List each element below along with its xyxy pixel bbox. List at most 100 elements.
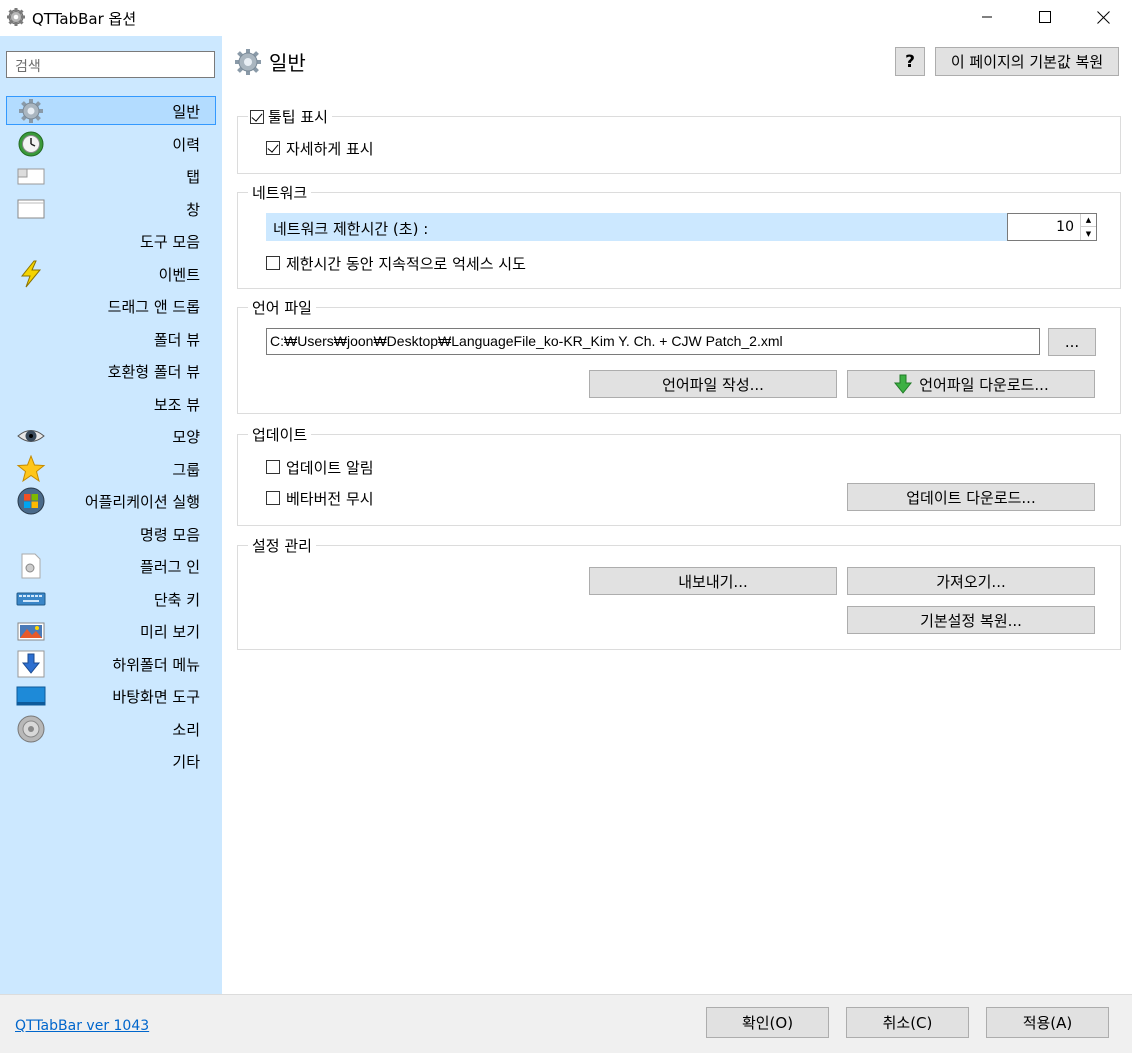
group-title: 언어 파일 [248,297,316,318]
update-group: 업데이트 업데이트 알림 베타버전 무시 업데이트 다운로드... [237,424,1121,526]
sidebar-nav: 일반 이력 탭 창 도구 모음 이벤트 드래그 앤 드롭 폴더 뷰 호환형 폴더… [0,94,222,777]
windows-orb-icon [17,487,45,515]
group-title: 툴팁 표시 [248,106,332,127]
minimize-icon [982,16,992,18]
sidebar-item-preview[interactable]: 미리 보기 [0,614,222,647]
sidebar-item-sub-view[interactable]: 보조 뷰 [0,387,222,420]
sidebar-item-subfolder-menu[interactable]: 하위폴더 메뉴 [0,647,222,680]
gear-icon [7,8,25,26]
sidebar-item-label: 도구 모음 [140,233,200,251]
spin-down-icon[interactable]: ▼ [1081,227,1096,240]
network-group: 네트워크 네트워크 제한시간 (초) : 10 ▲ ▼ 제한시간 동안 지속적으… [237,182,1121,289]
download-update-button[interactable]: 업데이트 다운로드... [847,483,1095,511]
gear-icon [235,49,261,75]
sidebar-item-label: 폴더 뷰 [153,330,200,349]
create-language-file-button[interactable]: 언어파일 작성... [589,370,837,398]
sidebar-item-misc[interactable]: 기타 [0,744,222,777]
sidebar-item-label: 플러그 인 [140,558,200,576]
apply-button[interactable]: 적용(A) [986,1007,1109,1038]
footer: QTTabBar ver 1043 확인(O) 취소(C) 적용(A) [0,994,1132,1053]
download-language-file-button[interactable]: 언어파일 다운로드... [847,370,1095,398]
sidebar-item-tab[interactable]: 탭 [0,159,222,192]
main-panel: 일반 ? 이 페이지의 기본값 복원 툴팁 표시 자세하게 표시 네트워크 네트… [222,36,1132,994]
spin-up-icon[interactable]: ▲ [1081,214,1096,227]
import-button[interactable]: 가져오기... [847,567,1095,595]
window-title: QTTabBar 옵션 [32,10,137,28]
update-notify-label: 업데이트 알림 [286,459,374,477]
download-language-file-label: 언어파일 다운로드... [919,375,1049,394]
sidebar-item-events[interactable]: 이벤트 [0,257,222,290]
sidebar-item-command-bar[interactable]: 명령 모음 [0,517,222,550]
help-button[interactable]: ? [895,47,925,76]
sidebar-item-label: 이력 [172,135,200,154]
tab-icon [17,168,45,185]
maximize-icon [1039,11,1051,23]
sidebar-item-group[interactable]: 그룹 [0,452,222,485]
reset-page-defaults-button[interactable]: 이 페이지의 기본값 복원 [935,47,1119,76]
sidebar-item-compat-folder-view[interactable]: 호환형 폴더 뷰 [0,354,222,387]
sidebar-item-folder-view[interactable]: 폴더 뷰 [0,322,222,355]
ok-button[interactable]: 확인(O) [706,1007,829,1038]
sidebar-item-window[interactable]: 창 [0,192,222,225]
history-clock-icon [18,131,44,156]
language-file-path-input[interactable]: C:₩Users₩joon₩Desktop₩LanguageFile_ko-KR… [266,328,1040,355]
sidebar-item-label: 일반 [172,103,200,121]
tooltip-detail-label: 자세하게 표시 [286,140,374,158]
close-button[interactable] [1074,0,1132,34]
sidebar-item-plugins[interactable]: 플러그 인 [0,549,222,582]
sidebar-item-label: 이벤트 [158,265,200,284]
sidebar-item-label: 바탕화면 도구 [112,688,200,706]
settings-management-group: 설정 관리 내보내기... 가져오기... 기본설정 복원... [237,535,1121,650]
speaker-icon [17,715,45,742]
gear-icon [19,99,43,123]
browse-button[interactable]: ... [1048,328,1096,356]
sidebar-item-app-launcher[interactable]: 어플리케이션 실행 [0,484,222,517]
group-title: 업데이트 [248,424,312,445]
green-down-arrow-icon [894,374,913,394]
spinner-arrows: ▲ ▼ [1080,214,1096,240]
sidebar-item-label: 창 [186,200,200,219]
sidebar-item-label: 보조 뷰 [153,395,200,414]
sidebar-item-desktop-tool[interactable]: 바탕화면 도구 [0,679,222,712]
tooltip-detail-checkbox[interactable] [266,141,280,155]
retry-checkbox[interactable] [266,256,280,270]
sidebar-item-label: 하위폴더 메뉴 [112,655,200,674]
sidebar-item-history[interactable]: 이력 [0,127,222,160]
export-button[interactable]: 내보내기... [589,567,837,595]
image-preview-icon [17,622,45,641]
ignore-beta-label: 베타버전 무시 [286,490,374,508]
help-icon: ? [905,51,915,72]
search-input[interactable]: 검색 [6,51,215,78]
retry-label: 제한시간 동안 지속적으로 억세스 시도 [286,255,526,273]
keyboard-icon [16,592,46,605]
version-link[interactable]: QTTabBar ver 1043 [15,1018,149,1034]
ignore-beta-checkbox[interactable] [266,491,280,505]
sidebar-item-label: 미리 보기 [140,623,200,641]
sidebar-item-toolbar[interactable]: 도구 모음 [0,224,222,257]
close-icon [1096,10,1110,24]
page-title: 일반 [269,51,306,75]
sidebar-item-label: 명령 모음 [140,525,200,544]
sidebar-item-drag-drop[interactable]: 드래그 앤 드롭 [0,289,222,322]
tooltip-checkbox[interactable] [250,110,264,124]
sidebar-item-appearance[interactable]: 모양 [0,419,222,452]
sidebar-item-sound[interactable]: 소리 [0,712,222,745]
tooltip-label: 툴팁 표시 [268,108,328,126]
network-timeout-label: 네트워크 제한시간 (초) : [273,220,429,238]
sidebar-item-label: 모양 [172,428,200,446]
desktop-icon [16,686,46,706]
cancel-button[interactable]: 취소(C) [846,1007,969,1038]
update-notify-checkbox[interactable] [266,460,280,474]
network-timeout-value: 10 [1056,219,1074,235]
network-timeout-spinner[interactable]: 10 ▲ ▼ [1007,213,1097,241]
sidebar-item-general[interactable]: 일반 [0,94,222,127]
sidebar-item-label: 탭 [186,168,200,186]
sidebar-item-shortcut-keys[interactable]: 단축 키 [0,582,222,615]
lightning-icon [20,260,42,287]
maximize-button[interactable] [1016,0,1074,34]
title-bar: QTTabBar 옵션 [0,0,1132,36]
plugin-document-icon [21,553,41,579]
restore-defaults-button[interactable]: 기본설정 복원... [847,606,1095,634]
group-title: 네트워크 [248,182,312,203]
minimize-button[interactable] [958,0,1016,34]
